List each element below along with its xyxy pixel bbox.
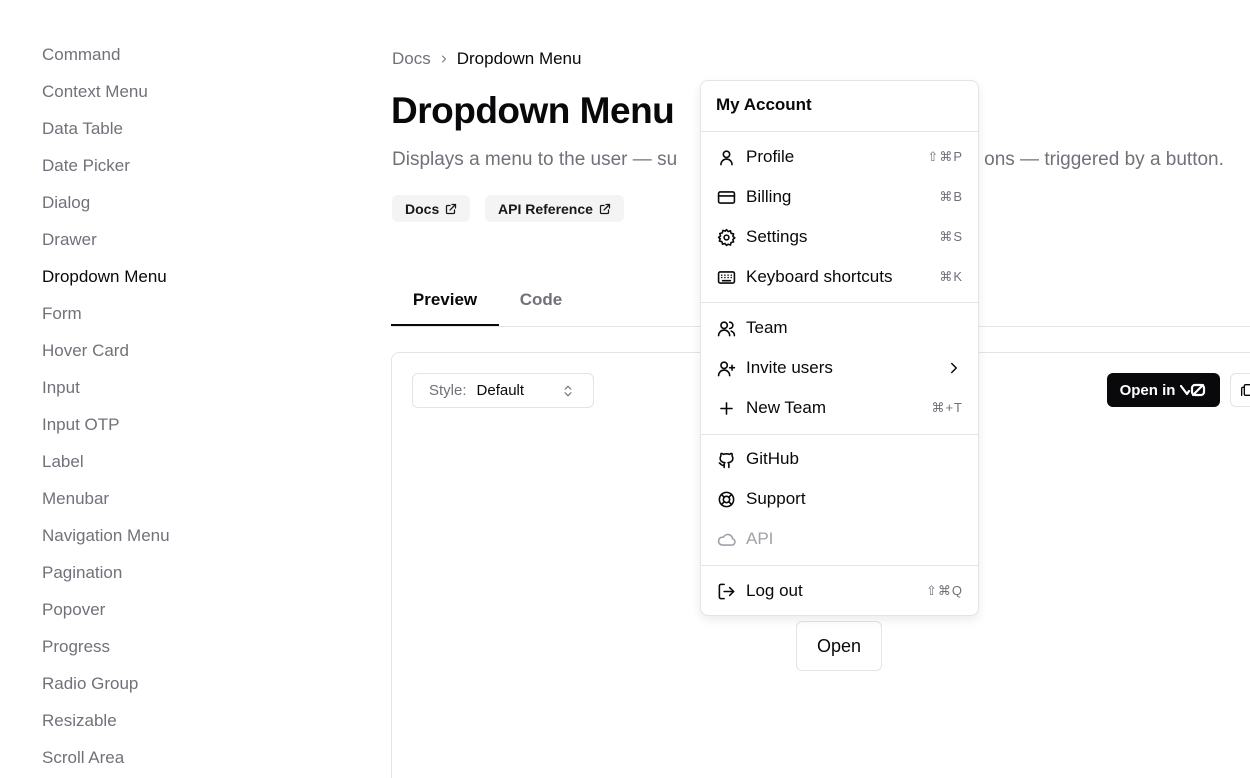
menu-item-team[interactable]: Team	[706, 310, 973, 346]
style-select[interactable]: Style: Default	[412, 373, 594, 408]
sidebar-item-popover[interactable]: Popover	[42, 591, 170, 628]
menu-item-label: Team	[746, 318, 788, 337]
sidebar-item-form[interactable]: Form	[42, 295, 170, 332]
tab-preview[interactable]: Preview	[391, 282, 499, 326]
menu-item-keyboard-shortcuts[interactable]: Keyboard shortcuts ⌘K	[706, 259, 973, 295]
credit-card-icon	[716, 187, 736, 207]
external-link-icon	[446, 203, 457, 214]
menu-item-label: Settings	[746, 227, 808, 246]
open-in-label: Open in	[1119, 381, 1176, 399]
sidebar-item-navigation-menu[interactable]: Navigation Menu	[42, 517, 170, 554]
docs-badge-label: Docs	[405, 200, 440, 217]
page-description-start: Displays a menu to the user — su	[392, 149, 678, 170]
sidebar-item-resizable[interactable]: Resizable	[42, 702, 170, 739]
sidebar: Command Context Menu Data Table Date Pic…	[0, 0, 360, 778]
menu-item-api: API	[706, 521, 973, 557]
shortcut-hint: ⇧⌘Q	[925, 583, 963, 598]
menu-item-label: Profile	[746, 147, 795, 166]
breadcrumb-current: Dropdown Menu	[456, 49, 582, 68]
open-dropdown-button[interactable]: Open	[796, 621, 882, 671]
menu-separator	[701, 565, 978, 566]
menu-item-invite-users[interactable]: Invite users	[706, 350, 973, 386]
v0-logo-icon	[1180, 383, 1206, 397]
users-icon	[716, 318, 736, 338]
sidebar-item-scroll-area[interactable]: Scroll Area	[42, 739, 170, 776]
user-plus-icon	[716, 358, 736, 378]
menu-item-label: Invite users	[746, 358, 833, 377]
tab-code[interactable]: Code	[499, 282, 583, 326]
github-icon	[716, 449, 736, 469]
breadcrumb-root-link[interactable]: Docs	[392, 49, 431, 69]
menu-item-support[interactable]: Support	[706, 481, 973, 517]
keyboard-icon	[716, 267, 736, 287]
shortcut-hint: ⇧⌘P	[927, 149, 963, 164]
sidebar-item-dialog[interactable]: Dialog	[42, 184, 170, 221]
menu-item-label: Log out	[746, 581, 803, 600]
copy-icon	[1241, 384, 1250, 396]
sidebar-item-context-menu[interactable]: Context Menu	[42, 73, 170, 110]
menu-item-new-team[interactable]: New Team ⌘+T	[706, 390, 973, 426]
style-select-label: Style:	[429, 382, 467, 399]
menu-separator	[701, 302, 978, 303]
life-buoy-icon	[716, 489, 736, 509]
menu-item-billing[interactable]: Billing ⌘B	[706, 179, 973, 215]
style-select-value: Default	[476, 382, 525, 399]
shortcut-hint: ⌘B	[939, 189, 963, 204]
breadcrumb: Docs Dropdown Menu	[392, 49, 581, 69]
sidebar-item-command[interactable]: Command	[42, 36, 170, 73]
plus-icon	[716, 398, 736, 418]
sidebar-item-date-picker[interactable]: Date Picker	[42, 147, 170, 184]
menu-item-profile[interactable]: Profile ⇧⌘P	[706, 139, 973, 175]
sidebar-item-label[interactable]: Label	[42, 443, 170, 480]
page-description-end: ons — triggered by a button.	[984, 149, 1224, 170]
sidebar-item-pagination[interactable]: Pagination	[42, 554, 170, 591]
chevrons-up-down-icon	[564, 385, 572, 397]
menu-item-log-out[interactable]: Log out ⇧⌘Q	[706, 573, 973, 609]
dropdown-menu: My Account Profile ⇧⌘P Billing ⌘B Settin…	[700, 80, 979, 616]
menu-item-github[interactable]: GitHub	[706, 441, 973, 477]
menu-label: My Account	[716, 95, 812, 114]
menu-item-settings[interactable]: Settings ⌘S	[706, 219, 973, 255]
menu-separator	[701, 131, 978, 132]
shortcut-hint: ⌘K	[939, 269, 963, 284]
sidebar-item-dropdown-menu[interactable]: Dropdown Menu	[42, 258, 170, 295]
shortcut-hint: ⌘S	[939, 229, 963, 244]
docs-link-badge[interactable]: Docs	[392, 195, 471, 222]
api-badge-label: API Reference	[498, 200, 593, 217]
menu-item-label: Support	[746, 489, 806, 508]
sidebar-item-radio-group[interactable]: Radio Group	[42, 665, 170, 702]
log-out-icon	[716, 581, 736, 601]
sidebar-item-data-table[interactable]: Data Table	[42, 110, 170, 147]
gear-icon	[716, 227, 736, 247]
chevron-right-icon	[951, 362, 957, 374]
sidebar-item-progress[interactable]: Progress	[42, 628, 170, 665]
page-title: Dropdown Menu	[391, 90, 675, 131]
sidebar-item-hover-card[interactable]: Hover Card	[42, 332, 170, 369]
menu-item-label: Billing	[746, 187, 792, 206]
menu-separator	[701, 434, 978, 435]
sidebar-item-drawer[interactable]: Drawer	[42, 221, 170, 258]
api-reference-badge[interactable]: API Reference	[485, 195, 624, 222]
menu-item-label: New Team	[746, 398, 826, 417]
sidebar-nav-list: Command Context Menu Data Table Date Pic…	[42, 36, 170, 776]
menu-item-label: GitHub	[746, 449, 799, 468]
copy-button[interactable]	[1230, 373, 1250, 407]
cloud-icon	[716, 529, 736, 549]
menu-item-label: Keyboard shortcuts	[746, 267, 893, 286]
menu-item-label: API	[746, 529, 774, 548]
open-in-v0-button[interactable]: Open in	[1107, 373, 1220, 407]
external-link-icon	[599, 203, 611, 214]
chevron-right-icon	[437, 52, 451, 66]
user-icon	[716, 147, 736, 167]
sidebar-item-input-otp[interactable]: Input OTP	[42, 406, 170, 443]
shortcut-hint: ⌘+T	[931, 400, 963, 415]
sidebar-item-input[interactable]: Input	[42, 369, 170, 406]
sidebar-item-menubar[interactable]: Menubar	[42, 480, 170, 517]
